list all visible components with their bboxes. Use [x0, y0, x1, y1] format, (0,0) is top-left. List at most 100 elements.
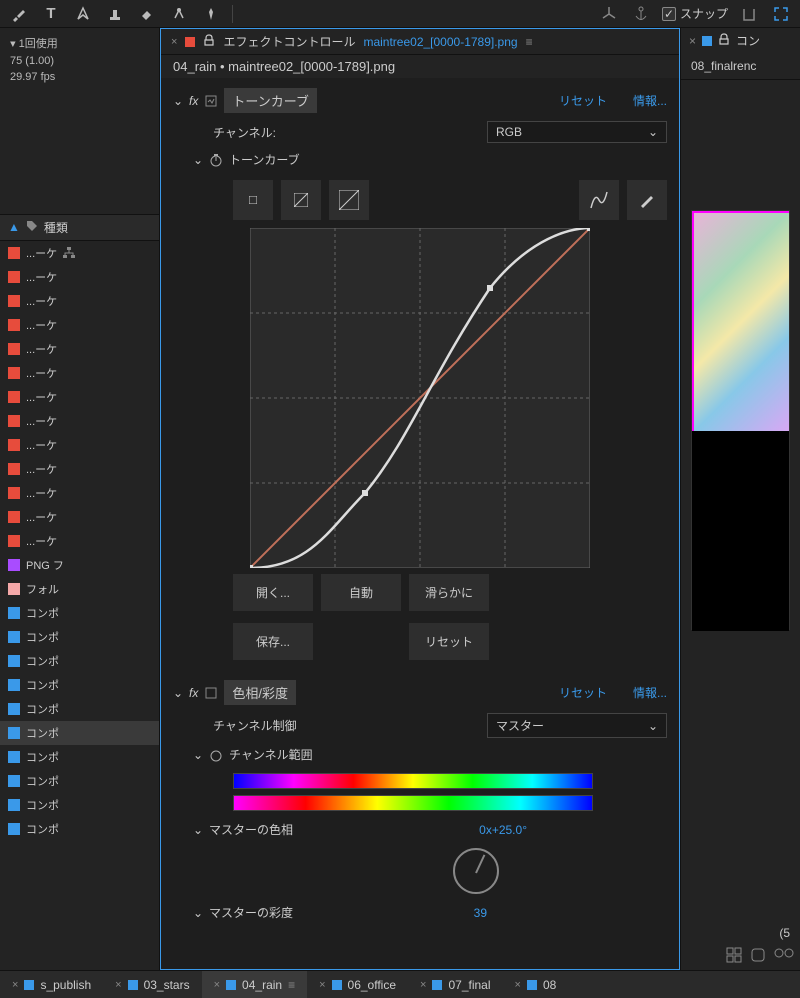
type-column-header[interactable]: 種類 — [44, 219, 68, 236]
open-button[interactable]: 開く... — [233, 574, 313, 611]
mask-icon[interactable] — [750, 947, 766, 966]
effect-name-curves[interactable]: トーンカーブ — [224, 88, 317, 113]
list-item[interactable]: ...ーケ — [0, 241, 159, 265]
stopwatch-icon[interactable] — [209, 748, 223, 762]
panel-menu-icon[interactable]: ≡ — [526, 35, 533, 49]
fullscreen-icon[interactable] — [770, 3, 792, 25]
auto-button[interactable]: 自動 — [321, 574, 401, 611]
timeline-tab[interactable]: × 08 — [503, 971, 569, 998]
list-item[interactable]: ...ーケ — [0, 313, 159, 337]
list-item[interactable]: コンポ — [0, 721, 159, 745]
axis-icon[interactable] — [598, 3, 620, 25]
collapse-caret[interactable]: ⌄ — [173, 94, 183, 108]
composition-preview[interactable] — [691, 210, 790, 630]
anchor-icon[interactable] — [630, 3, 652, 25]
collapse-caret[interactable]: ⌄ — [193, 906, 203, 920]
list-item[interactable]: ...ーケ — [0, 361, 159, 385]
close-icon[interactable]: × — [515, 979, 521, 991]
list-item[interactable]: コンポ — [0, 745, 159, 769]
sort-icon[interactable]: ▲ — [8, 220, 20, 234]
snap-checkbox[interactable]: ✓ スナップ — [662, 5, 728, 22]
collapse-caret[interactable]: ⌄ — [193, 823, 203, 837]
effect-name-hue[interactable]: 色相/彩度 — [224, 680, 296, 705]
text-icon[interactable]: T — [40, 3, 62, 25]
right-breadcrumb[interactable]: 08_finalrenc — [681, 53, 800, 80]
reset-button[interactable]: リセット — [409, 623, 489, 660]
collapse-caret[interactable]: ⌄ — [173, 686, 183, 700]
list-item[interactable]: ...ーケ — [0, 457, 159, 481]
curve-size-med[interactable] — [281, 180, 321, 220]
close-icon[interactable]: × — [115, 979, 121, 991]
preset-icon[interactable] — [204, 94, 218, 108]
list-item[interactable]: コンポ — [0, 673, 159, 697]
curve-bezier-button[interactable] — [579, 180, 619, 220]
close-tab-button[interactable]: × — [171, 36, 177, 48]
list-item[interactable]: コンポ — [0, 649, 159, 673]
timeline-tab[interactable]: × s_publish — [0, 971, 103, 998]
reset-link[interactable]: リセット — [559, 92, 607, 109]
collapse-caret[interactable]: ⌄ — [193, 153, 203, 167]
curve-size-small[interactable] — [233, 180, 273, 220]
list-item[interactable]: コンポ — [0, 697, 159, 721]
list-item[interactable]: PNG フ — [0, 553, 159, 577]
tab-menu-icon[interactable]: ≡ — [288, 978, 295, 992]
save-button[interactable]: 保存... — [233, 623, 313, 660]
curve-graph[interactable] — [250, 228, 590, 568]
eraser-icon[interactable] — [136, 3, 158, 25]
project-list-header[interactable]: ▲ 種類 — [0, 214, 159, 241]
list-item[interactable]: ...ーケ — [0, 265, 159, 289]
close-icon[interactable]: × — [420, 979, 426, 991]
hue-dial[interactable] — [453, 848, 499, 894]
list-item[interactable]: コンポ — [0, 601, 159, 625]
list-item[interactable]: ...ーケ — [0, 409, 159, 433]
close-icon[interactable]: × — [12, 979, 18, 991]
hue-gradient-lower[interactable] — [233, 795, 593, 811]
reset-link[interactable]: リセット — [559, 684, 607, 701]
collapse-caret[interactable]: ⌄ — [193, 748, 203, 762]
close-tab-button[interactable]: × — [689, 34, 696, 48]
list-item[interactable]: ...ーケ — [0, 505, 159, 529]
info-link[interactable]: 情報... — [633, 92, 667, 109]
list-item[interactable]: ...ーケ — [0, 433, 159, 457]
preset-icon[interactable] — [204, 686, 218, 700]
list-item[interactable]: コンポ — [0, 625, 159, 649]
brush-icon[interactable] — [8, 3, 30, 25]
channel-control-select[interactable]: マスター ⌄ — [487, 713, 667, 738]
hue-gradient-upper[interactable] — [233, 773, 593, 789]
close-icon[interactable]: × — [214, 979, 220, 991]
pin-icon[interactable] — [200, 3, 222, 25]
list-item[interactable]: コンポ — [0, 769, 159, 793]
list-item[interactable]: ...ーケ — [0, 385, 159, 409]
timeline-tab[interactable]: × 07_final — [408, 971, 502, 998]
master-hue-value[interactable]: 0x+25.0° — [479, 823, 527, 837]
clone-icon[interactable] — [168, 3, 190, 25]
tag-icon[interactable] — [26, 220, 38, 235]
smooth-button[interactable]: 滑らかに — [409, 574, 489, 611]
grid-icon[interactable] — [726, 947, 742, 966]
stopwatch-icon[interactable] — [209, 153, 223, 167]
list-item[interactable]: フォル — [0, 577, 159, 601]
timeline-tab[interactable]: × 04_rain ≡ — [202, 971, 307, 998]
list-item[interactable]: コンポ — [0, 817, 159, 841]
list-item[interactable]: ...ーケ — [0, 529, 159, 553]
close-icon[interactable]: × — [319, 979, 325, 991]
curve-size-large[interactable] — [329, 180, 369, 220]
stamp-icon[interactable] — [104, 3, 126, 25]
timeline-tab[interactable]: × 03_stars — [103, 971, 201, 998]
magnet-icon[interactable] — [738, 3, 760, 25]
info-link[interactable]: 情報... — [633, 684, 667, 701]
fx-icon[interactable]: fx — [189, 686, 198, 700]
lock-icon[interactable] — [203, 34, 215, 49]
list-item[interactable]: ...ーケ — [0, 289, 159, 313]
channel-select[interactable]: RGB ⌄ — [487, 121, 667, 143]
master-sat-value[interactable]: 39 — [474, 906, 487, 920]
pen-icon[interactable] — [72, 3, 94, 25]
list-item[interactable]: ...ーケ — [0, 337, 159, 361]
list-item[interactable]: コンポ — [0, 793, 159, 817]
timeline-tab[interactable]: × 06_office — [307, 971, 408, 998]
lock-icon[interactable] — [718, 33, 730, 48]
fx-icon[interactable]: fx — [189, 94, 198, 108]
curve-pencil-button[interactable] — [627, 180, 667, 220]
camera-icon[interactable] — [774, 947, 794, 966]
list-item[interactable]: ...ーケ — [0, 481, 159, 505]
